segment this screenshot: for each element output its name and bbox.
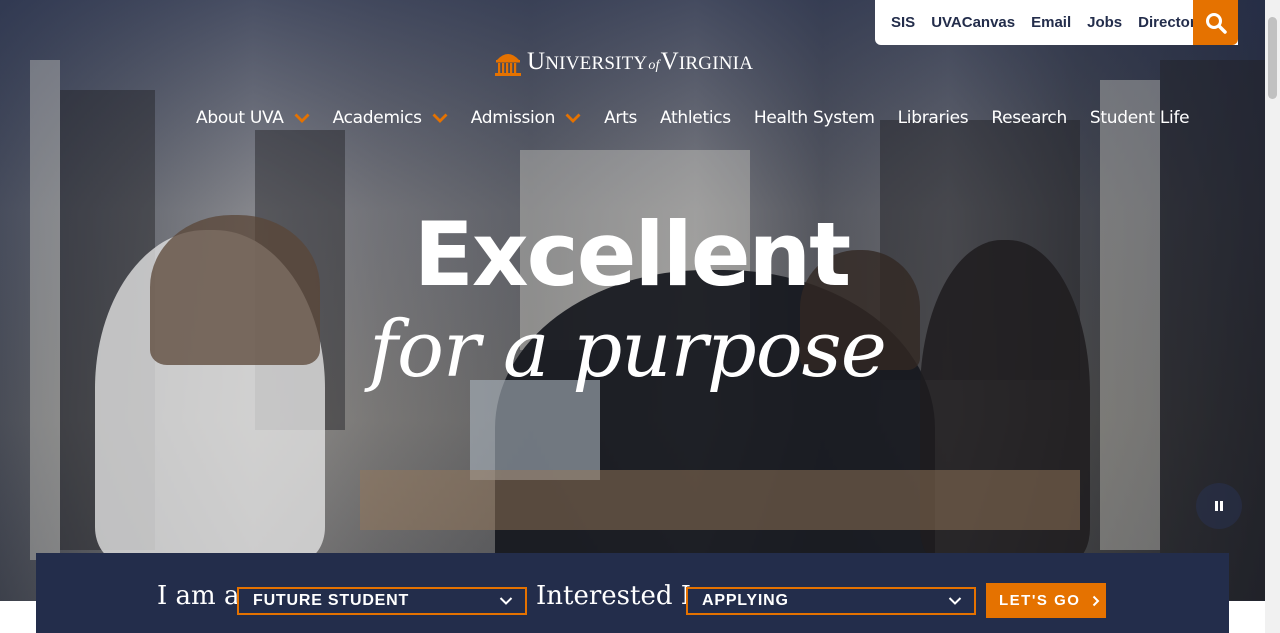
logo-of: of	[648, 58, 660, 73]
i-am-label: I am a	[157, 581, 240, 611]
utility-link-uvacanvas[interactable]: UVACanvas	[931, 14, 1015, 31]
nav-item-label: Health System	[753, 108, 875, 128]
nav-item-label: Athletics	[660, 108, 731, 128]
nav-item-admission[interactable]: Admission	[471, 108, 581, 128]
interested-in-label: Interested In	[536, 581, 708, 611]
nav-item-arts[interactable]: Arts	[604, 108, 637, 128]
utility-link-sis[interactable]: SIS	[891, 14, 915, 31]
nav-item-research[interactable]: Research	[991, 108, 1067, 128]
search-button[interactable]	[1193, 0, 1238, 45]
nav-item-label: Research	[991, 108, 1067, 128]
audience-selector-panel: I am a FUTURE STUDENT Interested In APPL…	[36, 553, 1229, 633]
hero-headline: Excellent for a purpose	[0, 203, 1265, 396]
utility-link-email[interactable]: Email	[1031, 14, 1071, 31]
pause-icon	[1215, 501, 1223, 511]
nav-item-label: Student Life	[1089, 108, 1190, 128]
logo-wordmark: UNIVERSITYofVIRGINIA	[527, 48, 753, 76]
nav-item-athletics[interactable]: Athletics	[660, 108, 731, 128]
logo-irginia: IRGINIA	[678, 53, 754, 74]
logo-niversity: NIVERSITY	[545, 53, 648, 74]
nav-item-label: Academics	[332, 108, 422, 128]
nav-item-label: Admission	[470, 108, 556, 128]
scrollbar-thumb[interactable]	[1268, 17, 1277, 99]
nav-item-academics[interactable]: Academics	[333, 108, 448, 128]
video-pause-button[interactable]	[1196, 483, 1242, 529]
chevron-down-icon	[565, 113, 581, 123]
logo-letter-u: U	[527, 48, 546, 75]
nav-item-label: About UVA	[196, 108, 284, 128]
interest-select[interactable]: APPLYING	[686, 587, 976, 615]
nav-item-about-uva[interactable]: About UVA	[196, 108, 310, 128]
role-select[interactable]: FUTURE STUDENT	[237, 587, 527, 615]
nav-item-student-life[interactable]: Student Life	[1089, 108, 1190, 128]
interest-select-value: APPLYING	[702, 592, 789, 609]
logo-letter-v: V	[660, 48, 679, 75]
rotunda-icon	[495, 54, 521, 76]
nav-item-health-system[interactable]: Health System	[754, 108, 875, 128]
uva-logo[interactable]: UNIVERSITYofVIRGINIA	[494, 46, 753, 78]
page-scrollbar[interactable]	[1265, 0, 1280, 633]
search-icon	[1205, 12, 1227, 34]
lets-go-button[interactable]: LET'S GO	[986, 583, 1106, 618]
chevron-down-icon	[499, 597, 513, 605]
headline-line-2: for a purpose	[369, 305, 887, 395]
chevron-down-icon	[294, 113, 310, 123]
lets-go-label: LET'S GO	[999, 592, 1081, 609]
chevron-down-icon	[432, 113, 448, 123]
nav-item-label: Arts	[604, 108, 638, 128]
nav-item-libraries[interactable]: Libraries	[898, 108, 969, 128]
headline-line-1: Excellent	[413, 203, 851, 306]
chevron-down-icon	[948, 597, 962, 605]
chevron-right-icon	[1093, 595, 1100, 606]
main-nav: About UVA Academics Admission Arts Athle…	[196, 108, 1212, 128]
nav-item-label: Libraries	[897, 108, 969, 128]
utility-nav: SIS UVACanvas Email Jobs Directory	[875, 0, 1238, 45]
role-select-value: FUTURE STUDENT	[253, 592, 410, 609]
utility-link-jobs[interactable]: Jobs	[1087, 14, 1122, 31]
